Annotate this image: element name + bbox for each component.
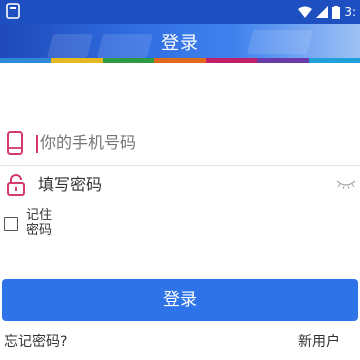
forgot-password-link[interactable]: 忘记密码?: [4, 331, 67, 351]
text-cursor: [36, 135, 38, 153]
login-button[interactable]: 登录: [2, 279, 358, 321]
phone-icon: [7, 131, 23, 155]
notification-icon: [6, 3, 20, 19]
app-header: 登录: [0, 24, 360, 58]
page-title: 登录: [161, 33, 199, 54]
color-stripe: [0, 58, 360, 63]
stripe-segment: [51, 58, 103, 63]
status-time: 3:: [344, 5, 356, 19]
status-bar: 3:: [0, 0, 360, 24]
status-icons: 3:: [298, 3, 356, 21]
signal-icon: [316, 6, 329, 18]
new-user-link[interactable]: 新用户: [298, 331, 340, 351]
stripe-segment: [154, 58, 206, 63]
phone-input[interactable]: [40, 129, 330, 157]
remember-password[interactable]: 记住密码: [2, 208, 60, 238]
stripe-segment: [0, 58, 52, 63]
password-field: 填写密码: [0, 165, 360, 205]
stripe-segment: [205, 58, 258, 63]
phone-field: [0, 123, 360, 163]
battery-icon: [332, 5, 341, 19]
stripe-segment: [102, 58, 155, 63]
wifi-icon: [298, 6, 313, 18]
password-input[interactable]: 填写密码: [38, 171, 330, 199]
lock-icon: [7, 174, 25, 196]
remember-label: 记住密码: [26, 208, 53, 238]
stripe-segment: [257, 58, 309, 63]
stripe-segment: [308, 58, 360, 63]
remember-checkbox[interactable]: [4, 217, 18, 231]
eye-closed-icon[interactable]: [336, 176, 356, 190]
